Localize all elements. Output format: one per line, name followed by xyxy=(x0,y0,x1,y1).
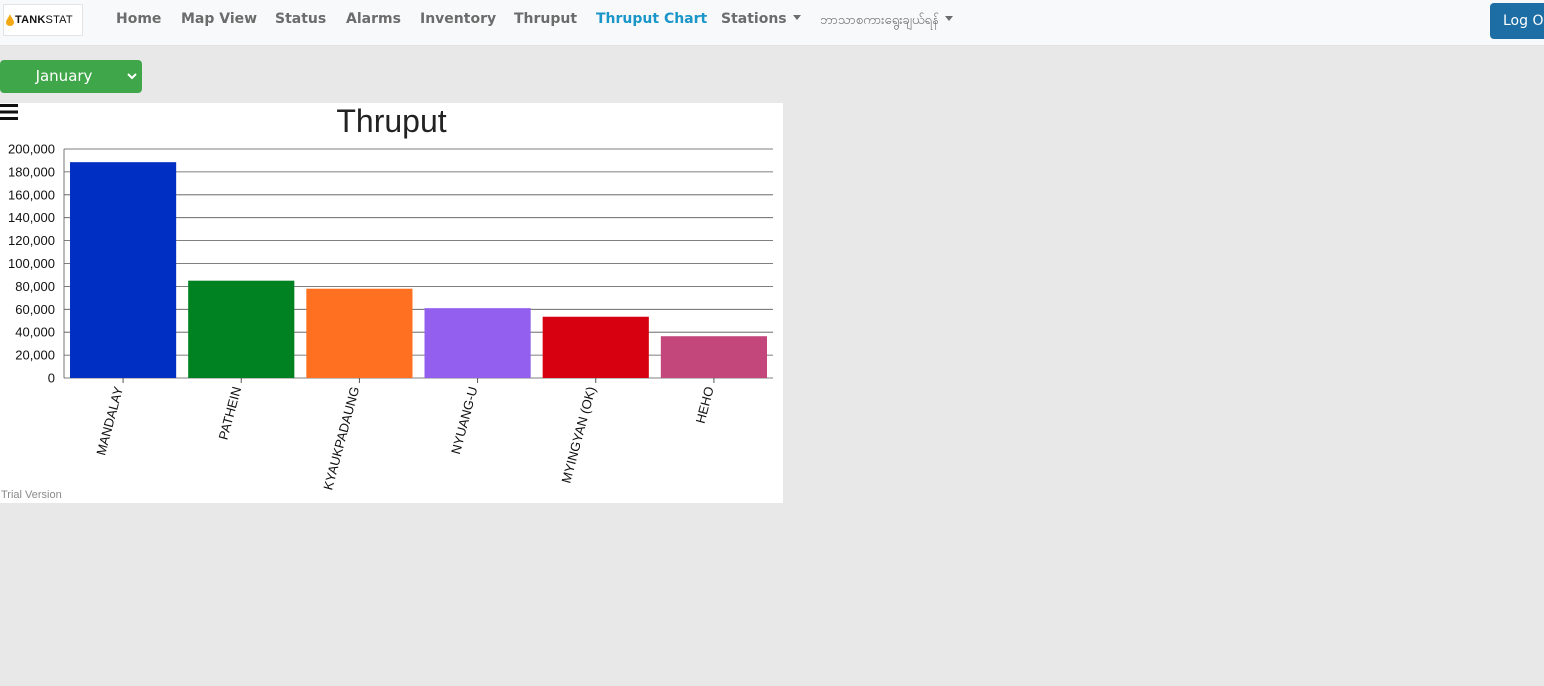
chart-title: Thruput xyxy=(336,103,447,139)
month-select[interactable]: January xyxy=(0,60,142,93)
bar xyxy=(542,316,649,378)
x-tick-label: NYUANG-U xyxy=(448,385,480,456)
y-tick-label: 20,000 xyxy=(15,348,55,363)
x-tick-label: MANDALAY xyxy=(93,385,126,457)
nav-inventory[interactable]: Inventory xyxy=(420,11,496,27)
x-tick-label: PATHEIN xyxy=(216,385,245,441)
nav-language-dropdown[interactable]: ဘာသာစကားရွေးချယ်ရန် xyxy=(820,12,953,31)
bar xyxy=(70,162,177,378)
x-tick-label: KYAUKPADAUNG xyxy=(320,385,362,492)
nav-status[interactable]: Status xyxy=(275,11,326,27)
y-tick-label: 180,000 xyxy=(8,164,55,179)
y-tick-label: 160,000 xyxy=(8,187,55,202)
nav-stations-label: Stations xyxy=(721,11,787,27)
nav-language-label: ဘာသာစကားရွေးချယ်ရန် xyxy=(820,13,939,28)
chevron-down-icon xyxy=(944,16,953,21)
bar xyxy=(188,280,295,378)
thruput-chart: 0 20,000 40,000 60,000 80,000 100,000 120,000 1… xyxy=(0,103,783,503)
nav-thruput[interactable]: Thruput xyxy=(514,11,577,27)
nav-thruput-chart[interactable]: Thruput Chart xyxy=(596,11,707,27)
y-tick-label: 0 xyxy=(48,371,55,386)
brand-logo[interactable]: TANKSTAT xyxy=(3,4,83,36)
brand-name: TANKSTAT xyxy=(15,14,73,26)
month-select-value: January xyxy=(35,67,93,85)
fuel-drop-icon xyxy=(6,14,14,26)
nav-alarms[interactable]: Alarms xyxy=(346,11,401,27)
x-tick-label: MYINGYAN (OK) xyxy=(558,385,598,485)
y-tick-label: 120,000 xyxy=(8,233,55,248)
y-tick-label: 100,000 xyxy=(8,256,55,271)
y-tick-label: 200,000 xyxy=(8,142,55,157)
nav-map-view[interactable]: Map View xyxy=(181,11,257,27)
y-tick-label: 80,000 xyxy=(15,279,55,294)
bar xyxy=(660,336,767,378)
y-tick-label: 40,000 xyxy=(15,325,55,340)
y-tick-label: 60,000 xyxy=(15,302,55,317)
logout-button[interactable]: Log Out xyxy=(1490,3,1544,39)
trial-version-label: Trial Version xyxy=(1,489,62,501)
chart-canvas: 0 20,000 40,000 60,000 80,000 100,000 120,000 1… xyxy=(8,142,773,492)
nav-stations-dropdown[interactable]: Stations xyxy=(721,11,801,27)
chevron-down-icon xyxy=(127,73,137,80)
bar xyxy=(306,288,413,378)
x-tick-label: HEHO xyxy=(693,385,717,425)
y-tick-label: 140,000 xyxy=(8,210,55,225)
nav-home[interactable]: Home xyxy=(116,11,161,27)
chevron-down-icon xyxy=(792,15,801,20)
top-navbar: TANKSTAT Home Map View Status Alarms Inv… xyxy=(0,0,1544,46)
bar xyxy=(424,308,531,378)
hamburger-menu-icon[interactable] xyxy=(0,103,18,121)
